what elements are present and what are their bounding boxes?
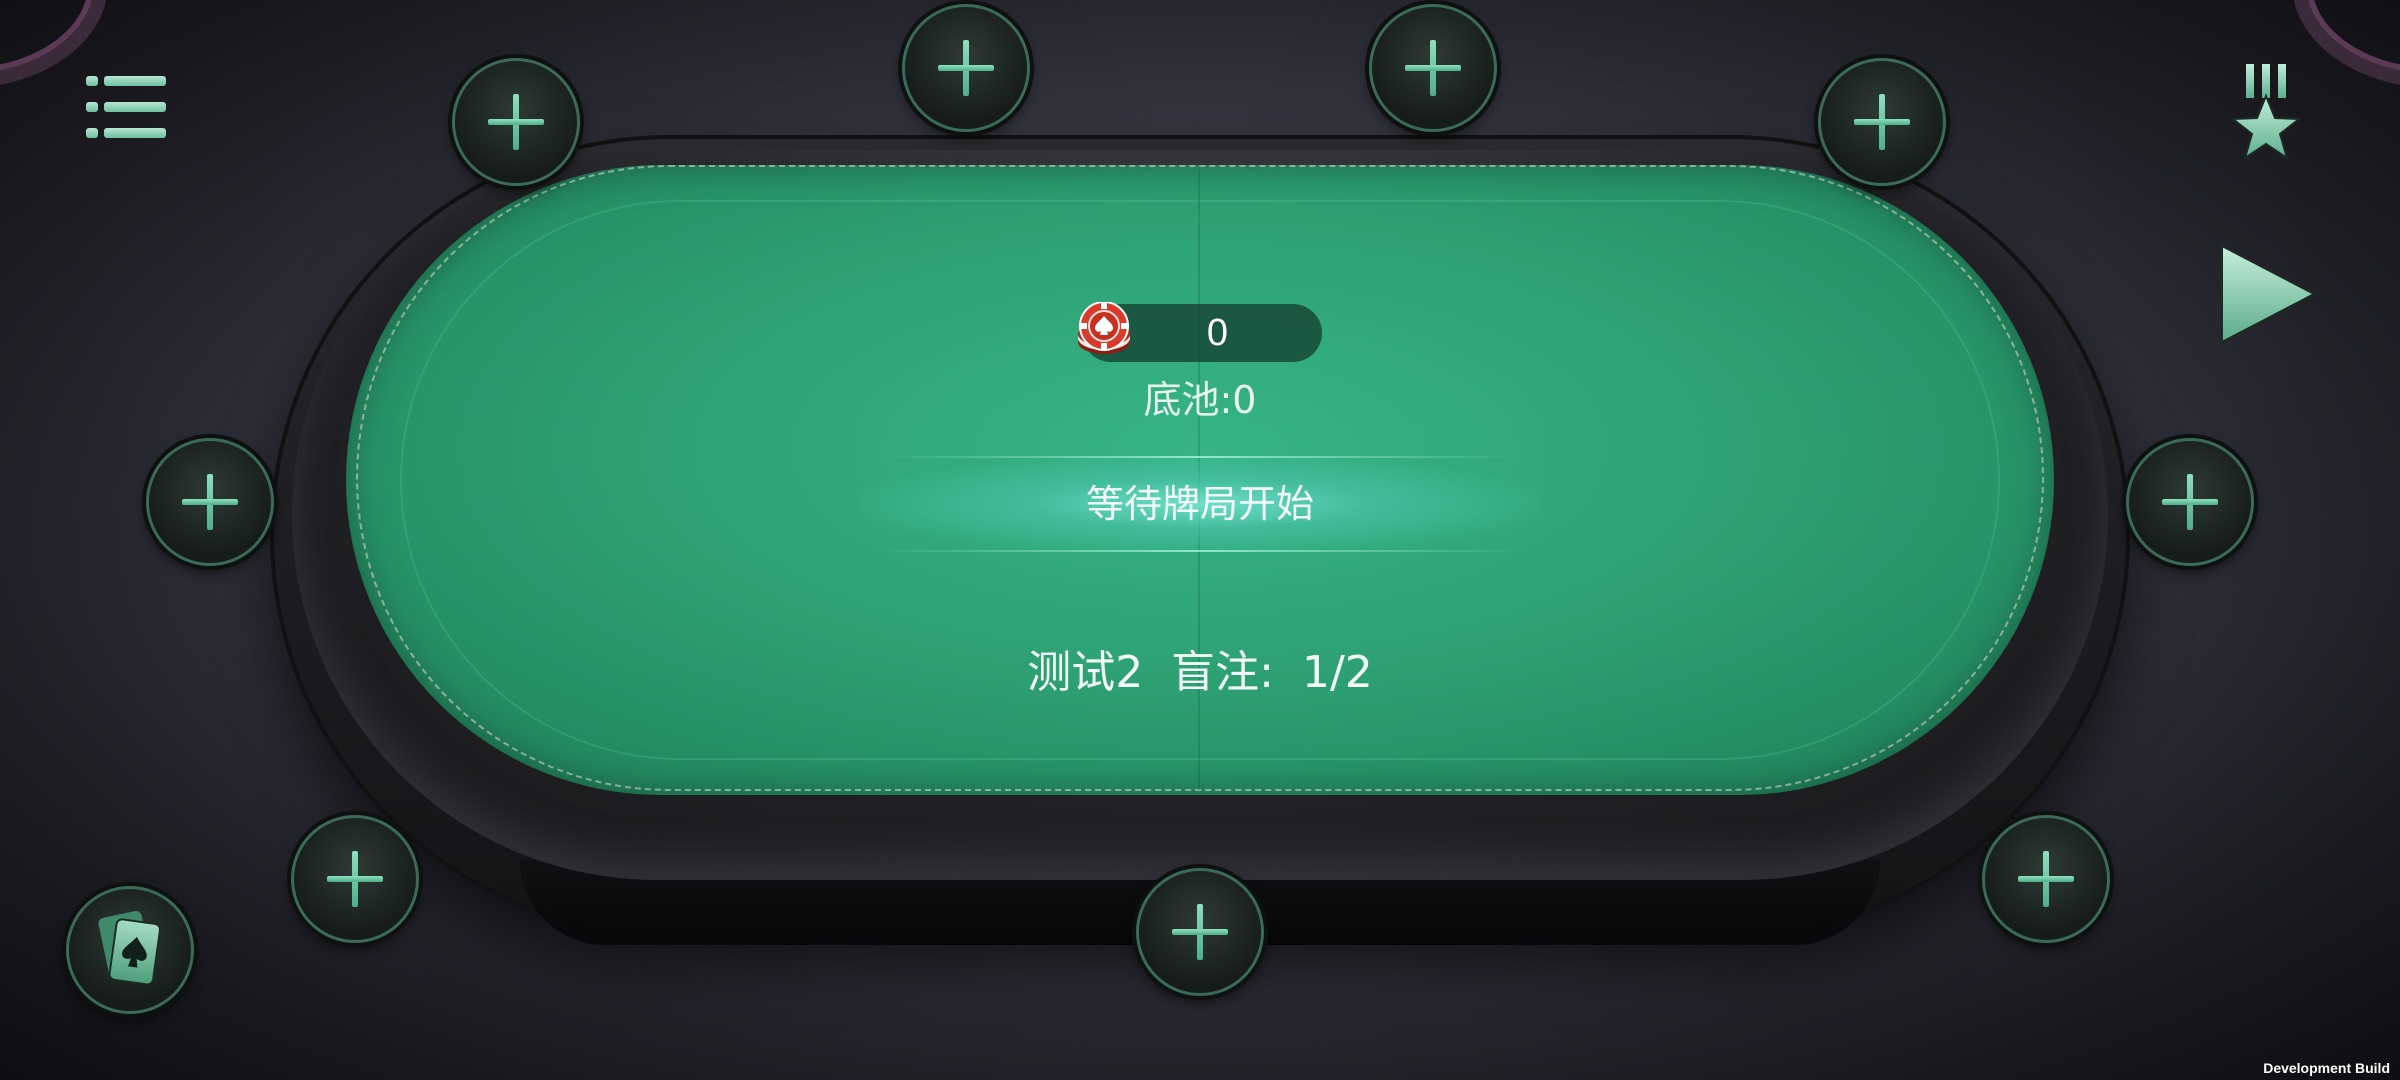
banner-top-line (880, 456, 1520, 458)
seat-add-button-5[interactable] (146, 438, 274, 566)
plus-icon (2162, 474, 2218, 530)
status-message: 等待牌局开始 (1085, 482, 1314, 526)
plus-icon (327, 851, 383, 907)
banner-bottom-line (880, 550, 1520, 552)
seat-add-button-4[interactable] (1818, 58, 1946, 186)
seat-add-button-8[interactable] (1136, 868, 1264, 996)
development-build-label: Development Build (2263, 1060, 2390, 1076)
game-stage: 0 底池:0 等待牌局开始 测试2 盲注: 1/2 Development Bu… (0, 0, 2400, 1080)
seat-add-button-2[interactable] (902, 4, 1030, 132)
plus-icon (1405, 40, 1461, 96)
seat-add-button-3[interactable] (1369, 4, 1497, 132)
menu-button[interactable] (86, 72, 166, 142)
right-corner-trim (2292, 0, 2400, 88)
rank-star-icon[interactable] (2226, 62, 2306, 166)
play-triangle-icon[interactable] (2218, 242, 2318, 346)
pot-chip-amount: 0 (1206, 312, 1229, 354)
plus-icon (938, 40, 994, 96)
table-info: 测试2 盲注: 1/2 (1027, 647, 1373, 698)
spade-cards-icon (98, 910, 161, 986)
poker-chip-icon (1078, 302, 1130, 354)
cards-button[interactable] (66, 886, 194, 1014)
plus-icon (1854, 94, 1910, 150)
plus-icon (2018, 851, 2074, 907)
seat-add-button-9[interactable] (1982, 815, 2110, 943)
seat-add-button-6[interactable] (2126, 438, 2254, 566)
plus-icon (1172, 904, 1228, 960)
plus-icon (488, 94, 544, 150)
plus-icon (182, 474, 238, 530)
seat-add-button-1[interactable] (452, 58, 580, 186)
seat-add-button-7[interactable] (291, 815, 419, 943)
pot-label: 底池:0 (1143, 378, 1257, 422)
